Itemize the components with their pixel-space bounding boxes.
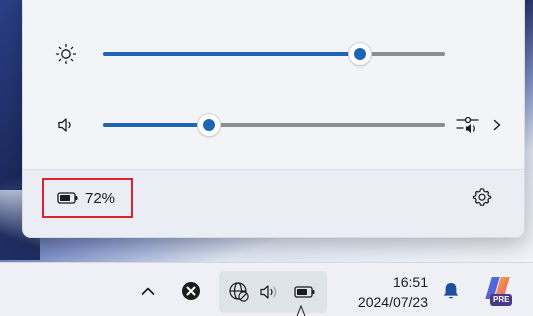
battery-percentage: 72%	[85, 189, 116, 207]
gear-icon[interactable]	[469, 184, 495, 210]
clock-date: 2024/07/23	[357, 294, 428, 310]
quick-settings-footer: 72%	[23, 169, 524, 237]
volume-slider-fill	[103, 123, 210, 127]
copilot-icon[interactable]: PRE	[483, 274, 517, 308]
copilot-preview-badge: PRE	[490, 294, 513, 306]
mouse-cursor	[296, 304, 306, 316]
volume-slider[interactable]	[103, 114, 445, 136]
globe-no-network-icon	[228, 281, 250, 303]
taskbar-clock[interactable]: 16:51 2024/07/23	[336, 272, 428, 312]
close-circle-icon[interactable]	[181, 281, 201, 301]
system-tray-group[interactable]	[219, 271, 327, 313]
quick-settings-controls	[23, 0, 524, 169]
speaker-icon	[259, 282, 285, 302]
bell-icon[interactable]	[440, 279, 462, 303]
speaker-icon[interactable]	[53, 112, 79, 138]
brightness-slider-thumb[interactable]	[348, 43, 371, 65]
chevron-up-icon[interactable]	[138, 281, 158, 301]
brightness-slider[interactable]	[103, 43, 445, 65]
battery-icon	[293, 283, 317, 301]
battery-status-button[interactable]: 72%	[42, 178, 133, 218]
chevron-right-icon	[493, 119, 501, 131]
taskbar: 16:51 2024/07/23 PRE	[0, 262, 533, 316]
clock-time: 16:51	[392, 274, 428, 290]
sound-mixer-icon	[456, 116, 479, 133]
brightness-icon	[53, 41, 79, 67]
volume-slider-thumb[interactable]	[198, 114, 221, 136]
brightness-slider-fill	[103, 52, 360, 56]
sound-output-button[interactable]	[455, 112, 503, 138]
battery-icon	[57, 192, 78, 204]
brightness-row	[23, 39, 524, 69]
volume-row	[23, 110, 524, 140]
quick-settings-flyout: 72%	[22, 0, 525, 238]
